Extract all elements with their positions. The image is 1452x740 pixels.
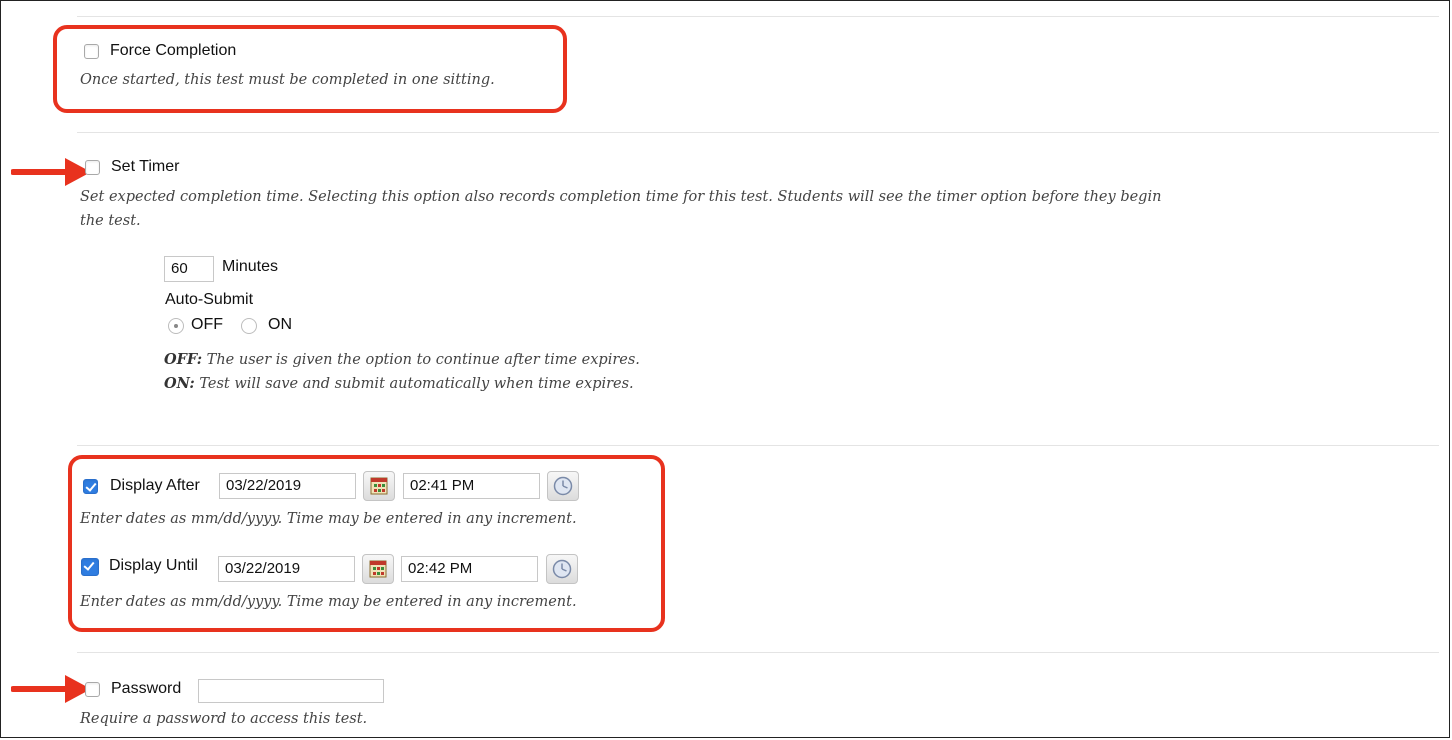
set-timer-help-line2: the test.: [80, 213, 141, 229]
divider: [77, 652, 1439, 653]
set-timer-checkbox[interactable]: [85, 160, 100, 175]
password-checkbox[interactable]: [85, 682, 100, 697]
arrow-right-icon: [11, 675, 91, 703]
auto-submit-off-label: OFF: [191, 316, 223, 333]
auto-submit-off-description: OFF: The user is given the option to con…: [164, 351, 640, 368]
auto-submit-on-radio[interactable]: [241, 318, 257, 334]
auto-submit-off-radio[interactable]: [168, 318, 184, 334]
auto-submit-on-label: ON: [268, 316, 292, 333]
set-timer-help-line1: Set expected completion time. Selecting …: [80, 189, 1162, 205]
auto-submit-on-description: ON: Test will save and submit automatica…: [164, 375, 634, 392]
divider: [77, 132, 1439, 133]
password-help: Require a password to access this test.: [80, 711, 368, 727]
highlight-box-force-completion: [53, 25, 567, 113]
password-input[interactable]: [198, 679, 384, 703]
minutes-label: Minutes: [222, 258, 279, 275]
set-timer-label: Set Timer: [111, 158, 180, 175]
highlight-box-display-dates: [68, 455, 665, 632]
divider: [77, 445, 1439, 446]
test-options-panel: Force Completion Once started, this test…: [0, 0, 1450, 738]
arrow-right-icon: [11, 158, 91, 186]
divider: [77, 16, 1439, 17]
password-label: Password: [111, 680, 182, 697]
timer-minutes-input[interactable]: 60: [164, 256, 214, 282]
auto-submit-label: Auto-Submit: [165, 291, 254, 308]
